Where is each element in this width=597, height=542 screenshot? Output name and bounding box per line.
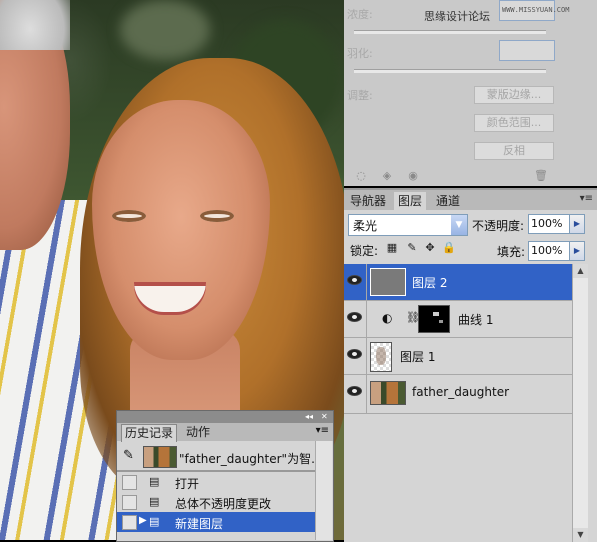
layer-thumbnail <box>370 268 406 296</box>
layer-name: 曲线 1 <box>458 313 494 327</box>
history-step[interactable]: ▤ 总体不透明度更改 <box>117 492 315 512</box>
layer-thumbnail <box>370 342 392 372</box>
blend-mode-value: 柔光 <box>353 219 378 233</box>
opacity-field[interactable]: 100% <box>528 214 570 234</box>
panel-menu-icon[interactable]: ▾≡ <box>316 425 329 436</box>
document-state-icon: ▤ <box>149 475 160 488</box>
lock-position-icon[interactable]: ✥ <box>424 242 436 254</box>
mask-edge-button[interactable]: 蒙版边缘... <box>474 86 554 104</box>
tab-channels[interactable]: 通道 <box>432 192 464 210</box>
density-field[interactable]: WWW.MISSYUAN.COM <box>499 0 569 21</box>
trash-icon[interactable]: 🗑 <box>534 169 548 183</box>
layer-row[interactable]: ◐ ⛓ 曲线 1 <box>344 301 572 338</box>
visibility-toggle[interactable] <box>344 375 367 413</box>
masks-footer: ◌ ◈ ◉ 🗑 <box>344 166 597 186</box>
layer-row[interactable]: 图层 2 <box>344 264 572 301</box>
layer-list: 图层 2 ◐ ⛓ 曲线 1 图层 1 father_daughter <box>344 264 572 542</box>
refine-label: 调整: <box>347 89 373 102</box>
opacity-slider-arrow-icon[interactable]: ▶ <box>569 214 585 234</box>
layer-mask-thumbnail[interactable] <box>418 305 450 333</box>
feather-field[interactable] <box>499 40 555 61</box>
history-snapshot[interactable]: ✎ "father_daughter"为智... <box>117 444 323 472</box>
history-brush-icon[interactable]: ✎ <box>123 448 134 463</box>
scroll-up-icon[interactable]: ▲ <box>573 264 588 278</box>
feather-slider[interactable] <box>354 69 546 73</box>
panel-menu-icon[interactable]: ▾≡ <box>580 193 593 204</box>
woman-left-eye <box>112 210 146 222</box>
history-panel: ◂◂ ✕ 历史记录 动作 ▾≡ ✎ "father_daughter"为智...… <box>116 410 334 542</box>
history-titlebar[interactable]: ◂◂ ✕ <box>117 411 333 423</box>
document-state-icon: ▤ <box>149 495 160 508</box>
collapse-icon[interactable]: ◂◂ <box>305 411 313 423</box>
history-checkbox[interactable] <box>122 495 137 510</box>
history-step-label: 总体不透明度更改 <box>175 497 272 511</box>
blend-mode-select[interactable]: 柔光 ▼ <box>348 214 468 236</box>
visibility-toggle[interactable] <box>344 264 367 300</box>
snapshot-label: "father_daughter"为智... <box>179 452 323 466</box>
visibility-toggle[interactable] <box>344 338 367 374</box>
tab-actions[interactable]: 动作 <box>183 424 213 441</box>
feather-label: 羽化: <box>347 47 373 60</box>
visibility-toggle[interactable] <box>344 301 367 337</box>
tab-navigator[interactable]: 导航器 <box>346 192 390 210</box>
history-scrollbar[interactable] <box>315 441 332 540</box>
snapshot-thumbnail <box>143 446 177 468</box>
history-step-label: 新建图层 <box>175 517 224 531</box>
man-hair <box>0 0 70 50</box>
eye-icon <box>348 350 361 358</box>
eye-icon <box>348 313 361 321</box>
masks-panel: 浓度: 思缘设计论坛 WWW.MISSYUAN.COM 羽化: 调整: 蒙版边缘… <box>344 0 597 186</box>
color-range-button[interactable]: 颜色范围... <box>474 114 554 132</box>
fill-label: 填充: <box>497 245 526 259</box>
woman-right-eye <box>200 210 234 222</box>
lock-transparent-icon[interactable]: ▦ <box>386 242 398 254</box>
layer-thumbnail <box>370 381 406 405</box>
tab-layers[interactable]: 图层 <box>394 192 427 210</box>
layers-scrollbar[interactable]: ▲ ▼ <box>572 264 588 542</box>
close-icon[interactable]: ✕ <box>321 411 328 423</box>
history-checkbox[interactable] <box>122 475 137 490</box>
history-tabs: 历史记录 动作 ▾≡ <box>117 423 333 442</box>
eye-icon <box>348 387 361 395</box>
history-step[interactable]: ▤ 打开 <box>117 472 315 492</box>
invert-button[interactable]: 反相 <box>474 142 554 160</box>
lock-image-icon[interactable]: ✎ <box>406 242 418 254</box>
fill-field[interactable]: 100% <box>528 241 570 261</box>
disable-mask-icon[interactable]: ◉ <box>406 169 420 183</box>
layer-row[interactable]: 图层 1 <box>344 338 572 375</box>
history-state-slider-icon[interactable]: ▶ <box>139 515 147 526</box>
watermark-text: 思缘设计论坛 <box>424 10 490 23</box>
load-selection-icon[interactable]: ◌ <box>354 169 368 183</box>
chevron-down-icon[interactable]: ▼ <box>451 215 467 235</box>
background-foliage <box>120 0 210 60</box>
layer-row[interactable]: father_daughter <box>344 375 572 414</box>
eye-icon <box>348 276 361 284</box>
opacity-label: 不透明度: <box>472 219 525 233</box>
lock-all-icon[interactable]: 🔒 <box>442 242 456 254</box>
apply-mask-icon[interactable]: ◈ <box>380 169 394 183</box>
layers-panel: 导航器 图层 通道 ▾≡ 柔光 ▼ 不透明度: 100% ▶ 锁定: ▦ ✎ ✥… <box>344 188 597 542</box>
lock-label: 锁定: <box>350 244 379 258</box>
history-checkbox[interactable] <box>122 515 137 530</box>
watermark-url: WWW.MISSYUAN.COM <box>502 6 570 14</box>
history-step[interactable]: ▶ ▤ 新建图层 <box>117 512 315 532</box>
layers-tabs: 导航器 图层 通道 ▾≡ <box>344 190 597 210</box>
fill-slider-arrow-icon[interactable]: ▶ <box>569 241 585 261</box>
history-step-label: 打开 <box>175 477 200 491</box>
layer-name: father_daughter <box>412 385 510 399</box>
layer-name: 图层 2 <box>412 276 448 290</box>
tab-history[interactable]: 历史记录 <box>121 424 178 442</box>
document-state-icon: ▤ <box>149 515 160 528</box>
adjustment-curves-icon: ◐ <box>382 311 393 325</box>
layer-name: 图层 1 <box>400 350 436 364</box>
density-slider[interactable] <box>354 30 546 34</box>
density-label: 浓度: <box>347 8 373 21</box>
